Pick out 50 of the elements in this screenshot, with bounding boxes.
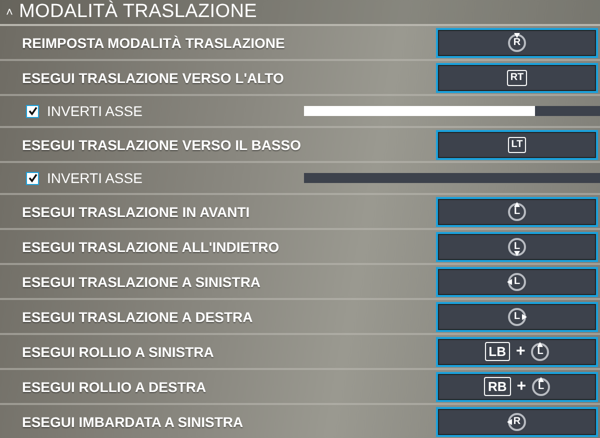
action-label: ESEGUI TRASLAZIONE ALL'INDIETRO [22,238,280,254]
action-label: REIMPOSTA MODALITÀ TRASLAZIONE [22,34,285,50]
plus-sign: + [516,378,526,396]
checkbox-label: INVERTI ASSE [47,170,142,186]
controller-key: LT [508,136,526,152]
action-label: ESEGUI TRASLAZIONE VERSO IL BASSO [22,136,302,152]
checkbox[interactable] [26,104,39,118]
slider-track[interactable] [304,106,600,116]
triangle-icon [507,278,513,284]
binding-button[interactable]: R [436,28,598,58]
thumbstick-key: L [531,342,550,360]
binding-button[interactable]: LT [436,130,598,160]
binding-button[interactable]: L [436,302,598,332]
triangle-icon [514,250,520,256]
thumbstick-key: L [508,238,526,256]
slider-track[interactable] [304,173,600,183]
action-label: ESEGUI TRASLAZIONE IN AVANTI [22,204,250,220]
controller-key: RT [507,70,527,86]
triangle-icon [538,376,544,382]
plus-sign: + [516,342,526,360]
section-title: MODALITÀ TRASLAZIONE [19,1,258,23]
action-label: ESEGUI IMBARDATA A SINISTRA [22,414,244,430]
triangle-icon [521,314,527,320]
thumbstick-key: L [508,272,526,290]
binding-button[interactable]: RB + L [436,372,598,402]
binding-button[interactable]: L [436,266,598,296]
checkbox[interactable] [26,172,39,184]
binding-button[interactable]: L [436,196,598,226]
checkbox-label: INVERTI ASSE [47,103,142,119]
binding-button[interactable]: R [436,406,598,436]
binding-button[interactable]: RT [436,62,598,92]
thumbstick-key: L [508,308,526,326]
triangle-icon [537,342,544,348]
triangle-icon [507,418,513,424]
action-label: ESEGUI ROLLIO A SINISTRA [22,344,214,360]
triangle-icon [514,202,520,208]
thumbstick-key: R [508,412,526,430]
action-label: ESEGUI TRASLAZIONE A DESTRA [22,308,253,324]
thumbstick-key: L [532,378,550,396]
binding-button[interactable]: L [436,232,598,262]
triangle-icon [514,32,520,38]
action-label: ESEGUI ROLLIO A DESTRA [22,378,206,394]
collapse-toggle[interactable]: ˄ [6,5,14,19]
controller-key: RB [484,377,511,396]
controller-key: LB [484,342,510,361]
thumbstick-key: L [508,202,526,220]
thumbstick-key: R [508,34,526,52]
action-label: ESEGUI TRASLAZIONE A SINISTRA [22,274,261,290]
binding-button[interactable]: LB + L [436,336,598,366]
action-label: ESEGUI TRASLAZIONE VERSO L'ALTO [22,70,284,86]
